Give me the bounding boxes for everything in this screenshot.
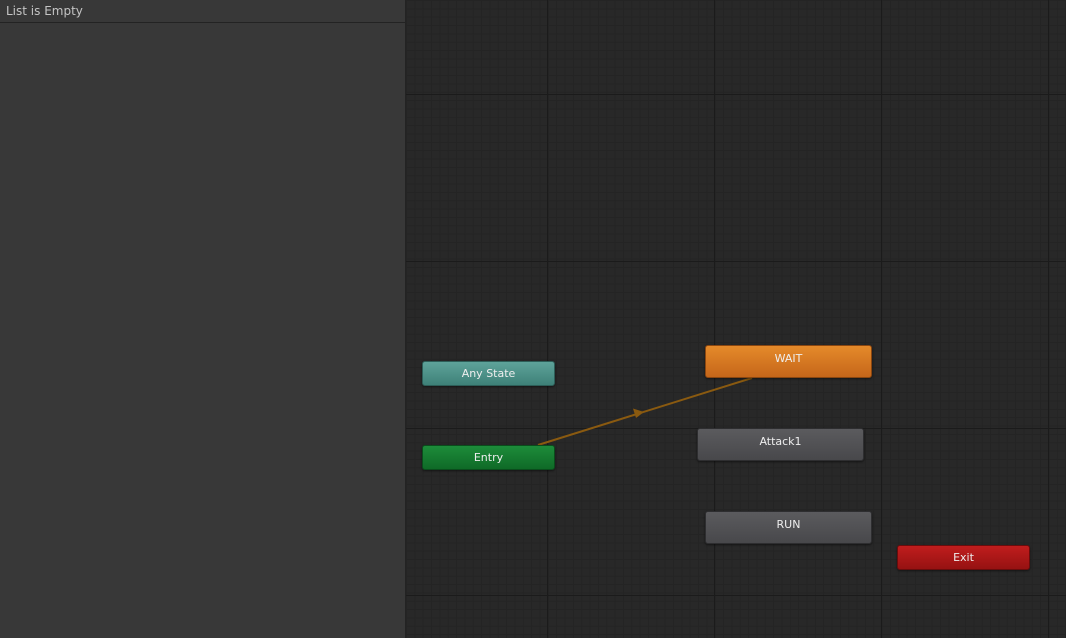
state-node-run[interactable]: RUN (705, 511, 872, 544)
state-label-exit: Exit (953, 551, 974, 564)
animator-window: List is Empty Any State Entry WAIT Attac… (0, 0, 1066, 638)
state-node-attack1[interactable]: Attack1 (697, 428, 864, 461)
state-label-attack1: Attack1 (759, 435, 802, 448)
state-label-wait: WAIT (774, 352, 803, 365)
state-label-run: RUN (776, 518, 801, 531)
state-node-entry[interactable]: Entry (422, 445, 555, 470)
layers-parameters-panel: List is Empty (0, 0, 406, 638)
list-header: List is Empty (0, 0, 406, 23)
state-node-any-state[interactable]: Any State (422, 361, 555, 386)
list-empty-label: List is Empty (6, 4, 83, 18)
state-node-wait[interactable]: WAIT (705, 345, 872, 378)
state-machine-graph[interactable]: Any State Entry WAIT Attack1 RUN Exit (406, 0, 1066, 638)
state-label-entry: Entry (473, 451, 504, 464)
transition-arrow-icon (633, 408, 644, 418)
state-node-exit[interactable]: Exit (897, 545, 1030, 570)
state-label-any-state: Any State (461, 367, 516, 380)
